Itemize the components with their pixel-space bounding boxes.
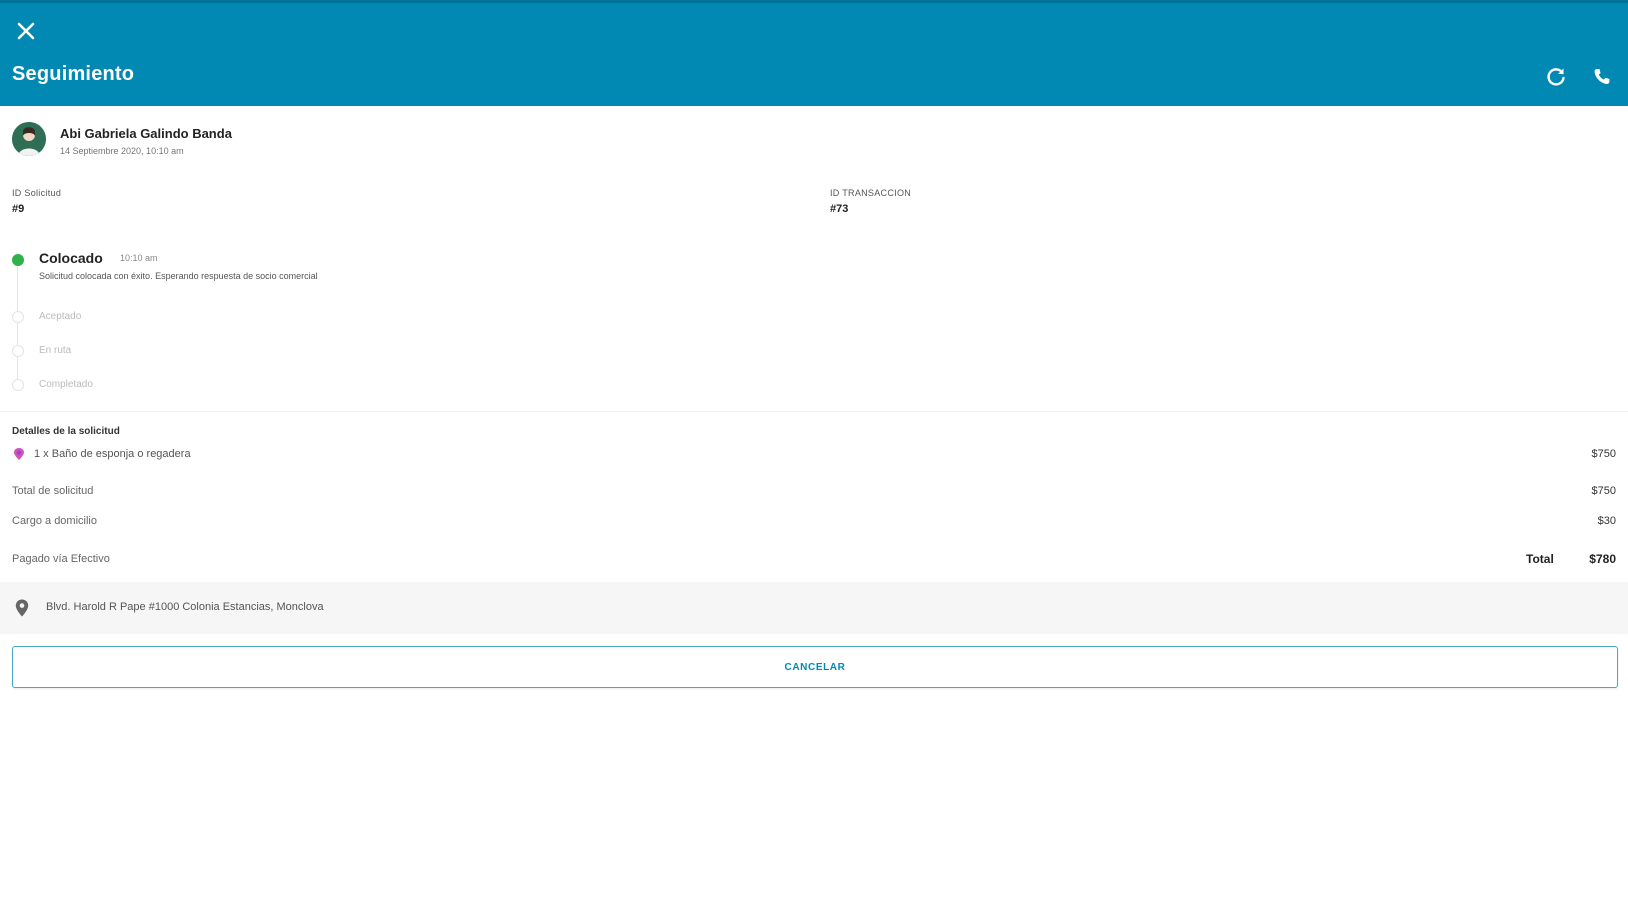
phone-icon bbox=[1594, 69, 1610, 84]
item-description: 1 x Baño de esponja o regadera bbox=[34, 448, 191, 460]
current-status-time: 10:10 am bbox=[120, 253, 158, 263]
request-id-label: ID Solicitud bbox=[12, 188, 62, 198]
delivery-label: Cargo a domicilio bbox=[12, 515, 97, 527]
total-row: Pagado vía Efectivo Total $780 bbox=[12, 551, 1616, 569]
cancel-button[interactable]: CANCELAR bbox=[12, 646, 1618, 688]
subtotal-value: $750 bbox=[1591, 485, 1616, 497]
transaction-id-label: ID TRANSACCION bbox=[830, 188, 912, 198]
subtotal-row: Total de solicitud $750 bbox=[12, 483, 1616, 501]
close-button[interactable] bbox=[14, 19, 38, 43]
refresh-button[interactable] bbox=[1544, 65, 1568, 89]
delivery-address: Blvd. Harold R Pape #1000 Colonia Estanc… bbox=[0, 582, 1628, 634]
close-icon bbox=[17, 22, 35, 40]
status-timeline: Colocado 10:10 am Solicitud colocada con… bbox=[12, 250, 612, 400]
delivery-row: Cargo a domicilio $30 bbox=[12, 513, 1616, 531]
current-status-description: Solicitud colocada con éxito. Esperando … bbox=[39, 271, 318, 281]
status-pending-dot bbox=[12, 311, 24, 323]
page-title: Seguimiento bbox=[12, 63, 135, 85]
current-status-title: Colocado bbox=[39, 250, 103, 266]
avatar bbox=[12, 122, 46, 156]
total-value: $780 bbox=[1589, 552, 1616, 566]
timeline-line bbox=[17, 262, 18, 386]
call-button[interactable] bbox=[1590, 65, 1614, 89]
status-step-en-route: En ruta bbox=[39, 345, 72, 356]
app-bar: Seguimiento bbox=[0, 0, 1628, 106]
list-item: 1 x Baño de esponja o regadera $750 bbox=[12, 446, 1616, 464]
refresh-icon bbox=[1547, 68, 1565, 86]
transaction-id-value: #73 bbox=[830, 203, 849, 215]
subtotal-label: Total de solicitud bbox=[12, 485, 94, 497]
status-done-dot bbox=[12, 254, 24, 266]
request-date: 14 Septiembre 2020, 10:10 am bbox=[60, 146, 184, 156]
request-id-value: #9 bbox=[12, 203, 25, 215]
status-step-accepted: Aceptado bbox=[39, 311, 82, 322]
item-amount: $750 bbox=[1591, 448, 1616, 460]
status-pending-dot bbox=[12, 379, 24, 391]
delivery-value: $30 bbox=[1597, 515, 1616, 527]
user-name: Abi Gabriela Galindo Banda bbox=[60, 126, 232, 141]
divider bbox=[0, 411, 1628, 412]
details-section-title: Detalles de la solicitud bbox=[12, 426, 120, 437]
payment-method-label: Pagado vía Efectivo bbox=[12, 553, 110, 565]
status-pending-dot bbox=[12, 345, 24, 357]
status-step-completed: Completado bbox=[39, 379, 93, 390]
location-pin-icon bbox=[15, 599, 29, 617]
service-icon bbox=[14, 448, 24, 460]
total-label: Total bbox=[1526, 552, 1554, 566]
address-text: Blvd. Harold R Pape #1000 Colonia Estanc… bbox=[46, 601, 324, 613]
